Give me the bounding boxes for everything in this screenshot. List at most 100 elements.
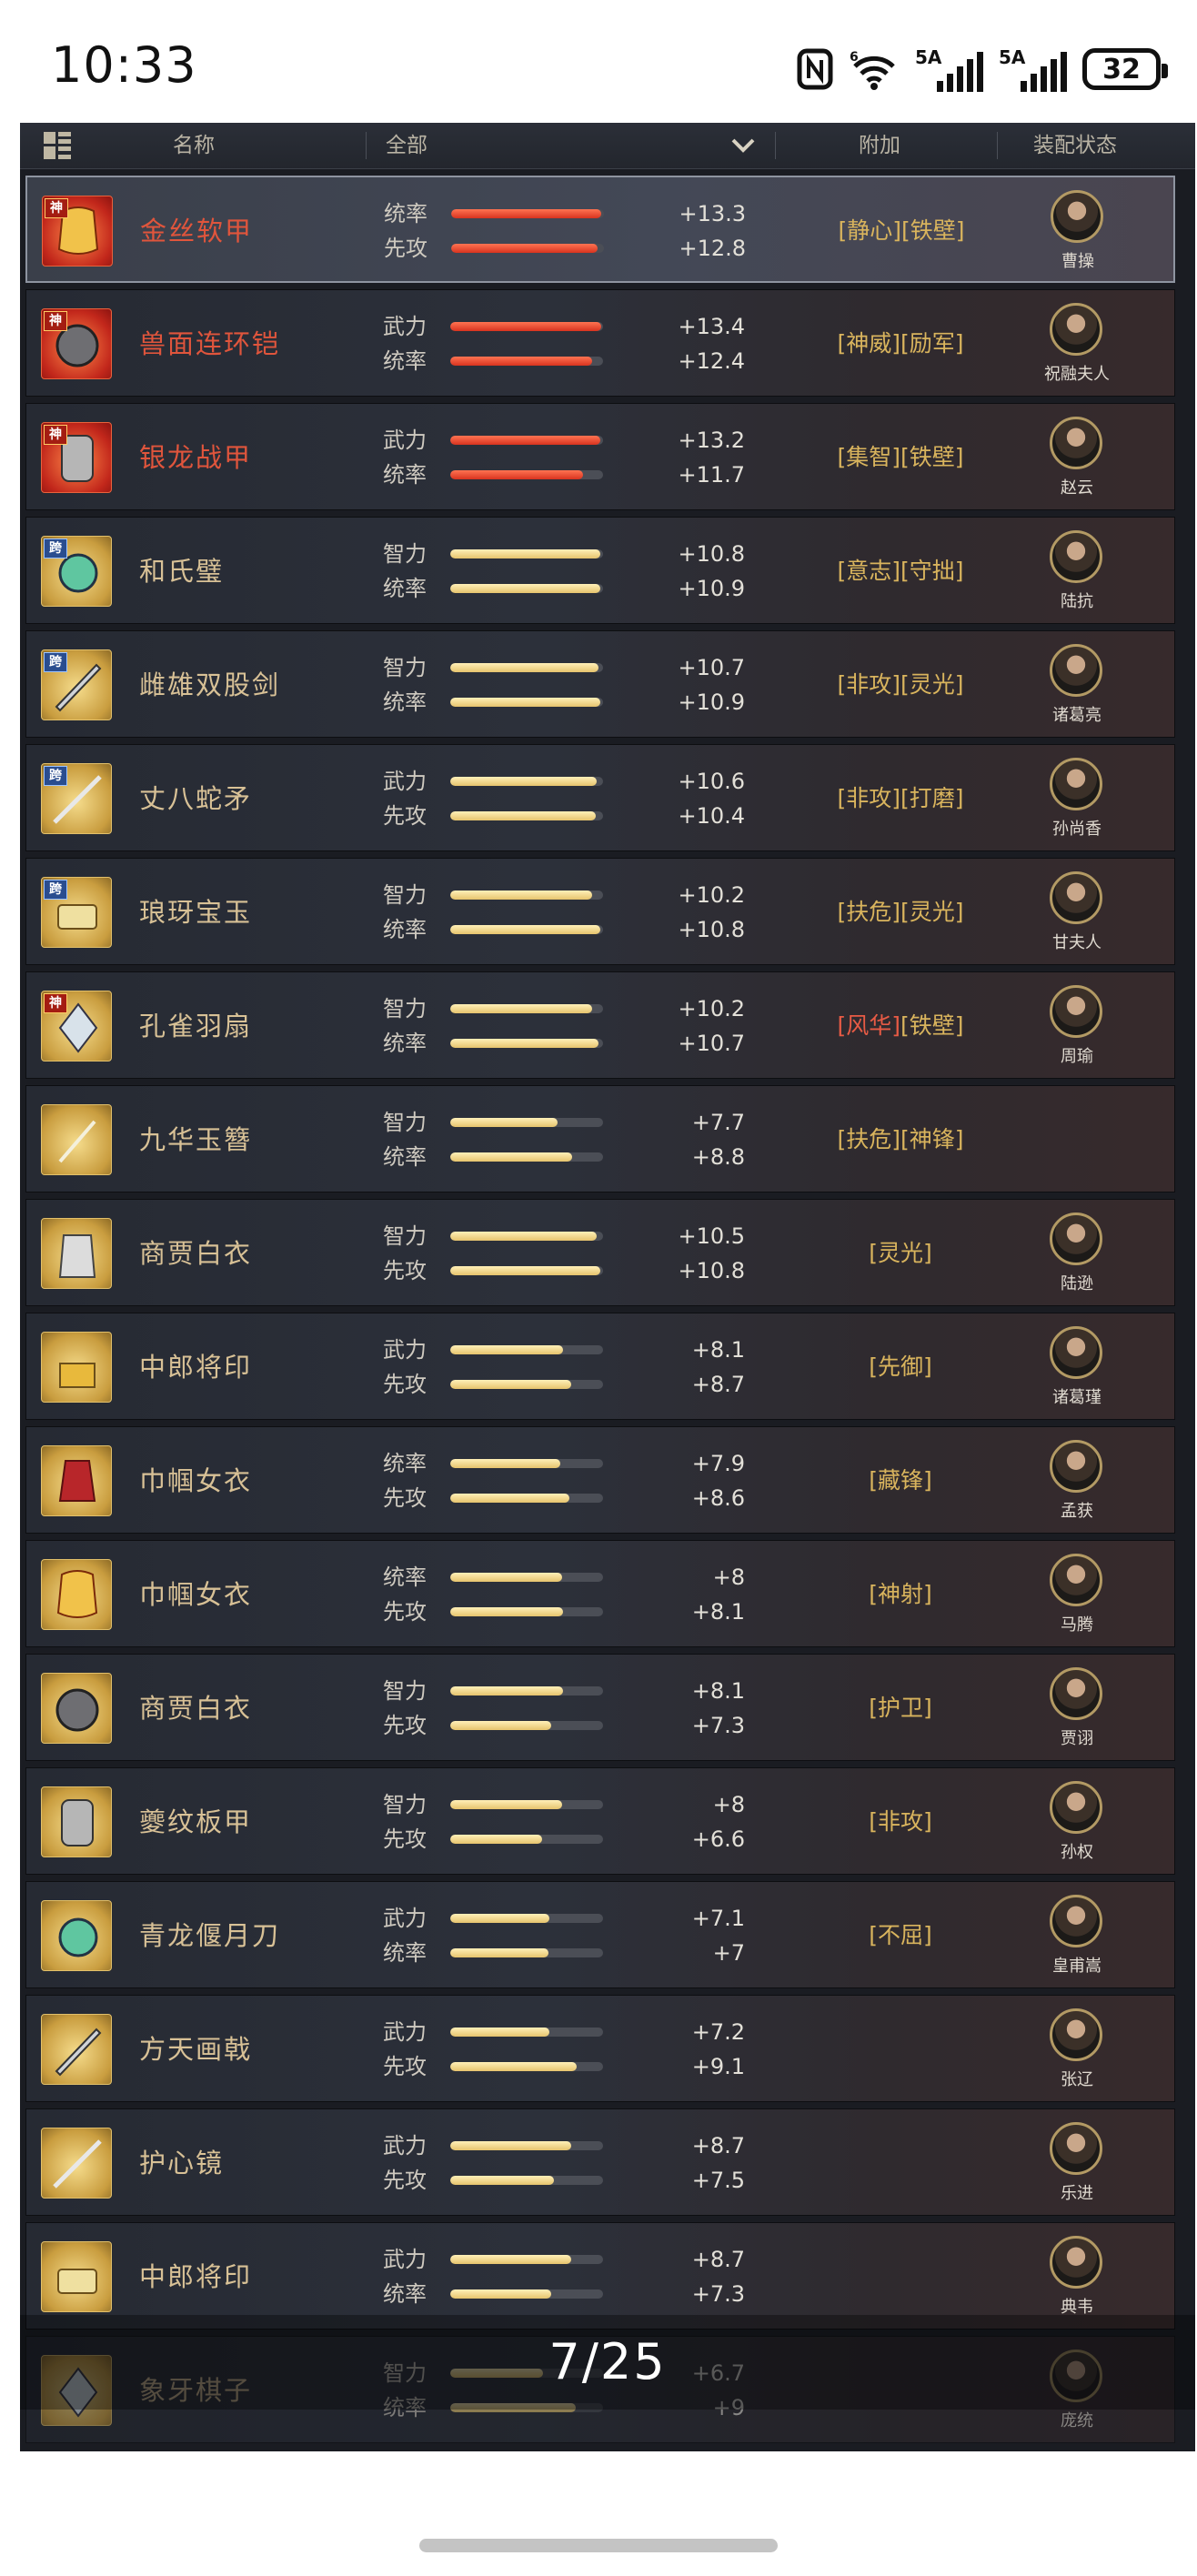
equipment-row[interactable]: 中郎将印 武力 +8.7 统率 +7.3 典韦 <box>25 2222 1175 2329</box>
general-avatar[interactable] <box>1050 1554 1102 1606</box>
stat-bar <box>450 1459 603 1468</box>
stat-value: +10.6 <box>678 769 745 794</box>
extra-attributes: [风华][铁壁] <box>763 972 1038 1080</box>
stat-line: 统率 +13.3 <box>384 197 748 230</box>
equipment-row[interactable]: 跨琅玡宝玉 智力 +10.2 统率 +10.8 [扶危][灵光] 甘夫人 <box>25 858 1175 965</box>
stat-bar <box>450 2062 603 2071</box>
equipment-thumbnail <box>41 1104 112 1175</box>
equipment-name: 金丝软甲 <box>140 216 254 247</box>
general-avatar[interactable] <box>1050 2122 1102 2175</box>
equipment-row[interactable]: 跨和氏璧 智力 +10.8 统率 +10.9 [意志][守拙] 陆抗 <box>25 517 1175 624</box>
general-name: 诸葛瑾 <box>1052 1388 1101 1407</box>
stat-label: 武力 <box>383 2247 427 2272</box>
home-indicator[interactable] <box>419 2539 778 2552</box>
equipment-list-panel: 名称 全部 附加 装配状态 神金丝软甲 统率 +13.3 先攻 +12.8 [静心][铁壁… <box>20 123 1195 2451</box>
column-name[interactable]: 名称 <box>173 123 215 168</box>
stat-value: +11.7 <box>678 462 745 488</box>
stat-bar <box>450 2289 603 2299</box>
stat-value: +7.9 <box>691 1451 745 1476</box>
equipment-thumbnail: 神 <box>41 422 112 493</box>
stat-line: 智力 +10.5 <box>383 1220 747 1253</box>
general-avatar[interactable] <box>1051 190 1103 243</box>
stat-value: +7.3 <box>691 1713 745 1738</box>
stat-label: 智力 <box>383 541 427 567</box>
stat-line: 智力 +10.8 <box>383 538 747 570</box>
equipment-name: 商贾白衣 <box>139 1693 253 1724</box>
general-avatar[interactable] <box>1050 985 1102 1038</box>
extra-attributes: [神威][励军] <box>763 290 1038 397</box>
stat-value: +10.9 <box>678 576 745 601</box>
stat-bar <box>450 2141 603 2150</box>
extra-attributes: [静心][铁壁] <box>764 177 1039 285</box>
chevron-down-icon[interactable] <box>729 134 757 156</box>
general-avatar[interactable] <box>1050 644 1102 697</box>
equipment-row[interactable]: 青龙偃月刀 武力 +7.1 统率 +7 [不屈] 皇甫嵩 <box>25 1881 1175 1988</box>
layout-toggle-icon[interactable] <box>44 132 71 159</box>
general-avatar[interactable] <box>1050 1667 1102 1720</box>
equipment-row[interactable]: 神孔雀羽扇 智力 +10.2 统率 +10.7 [风华][铁壁] 周瑜 <box>25 971 1175 1079</box>
stat-label: 先攻 <box>383 1599 427 1625</box>
rarity-tag: 神 <box>44 425 67 445</box>
equipment-row[interactable]: 巾帼女衣 统率 +8 先攻 +8.1 [神射] 马腾 <box>25 1540 1175 1647</box>
general-avatar[interactable] <box>1050 1213 1102 1265</box>
equipment-row[interactable]: 护心镜 武力 +8.7 先攻 +7.5 乐进 <box>25 2108 1175 2216</box>
general-avatar[interactable] <box>1050 303 1102 356</box>
general-avatar[interactable] <box>1050 1781 1102 1834</box>
stat-bar <box>451 209 604 218</box>
equipment-row[interactable]: 跨丈八蛇矛 武力 +10.6 先攻 +10.4 [非攻][打磨] 孙尚香 <box>25 744 1175 851</box>
stat-line: 先攻 +8.6 <box>383 1482 747 1514</box>
stat-line: 武力 +7.1 <box>383 1902 747 1935</box>
general-avatar[interactable] <box>1050 1326 1102 1379</box>
equipment-row[interactable]: 跨雌雄双股剑 智力 +10.7 统率 +10.9 [非攻][灵光] 诸葛亮 <box>25 630 1175 738</box>
equipment-name: 中郎将印 <box>139 1352 253 1383</box>
stat-label: 先攻 <box>383 2054 427 2079</box>
stat-line: 武力 +8.7 <box>383 2243 747 2276</box>
equipment-row[interactable]: 神银龙战甲 武力 +13.2 统率 +11.7 [集智][铁壁] 赵云 <box>25 403 1175 510</box>
general-avatar[interactable] <box>1050 1895 1102 1947</box>
stat-value: +13.3 <box>679 201 746 226</box>
stat-label: 统率 <box>383 576 427 601</box>
equipment-thumbnail: 跨 <box>41 877 112 948</box>
general-avatar[interactable] <box>1050 871 1102 924</box>
general-avatar[interactable] <box>1050 530 1102 583</box>
general-avatar[interactable] <box>1050 1440 1102 1493</box>
general-avatar[interactable] <box>1050 2236 1102 2289</box>
extra-attribute: [集智] <box>837 444 900 470</box>
equipment-row[interactable]: 九华玉簪 智力 +7.7 统率 +8.8 [扶危][神锋] <box>25 1085 1175 1192</box>
equipment-row[interactable]: 中郎将印 武力 +8.1 先攻 +8.7 [先御] 诸葛瑾 <box>25 1313 1175 1420</box>
general-avatar[interactable] <box>1050 758 1102 810</box>
stat-line: 智力 +10.2 <box>383 879 747 911</box>
stat-value: +10.7 <box>678 1031 745 1056</box>
stat-label: 先攻 <box>383 1826 427 1852</box>
extra-attribute: [先御] <box>869 1353 932 1380</box>
stat-value: +8.7 <box>691 2247 745 2272</box>
general-avatar[interactable] <box>1050 2008 1102 2061</box>
stat-value: +8.8 <box>691 1144 745 1170</box>
equipment-thumbnail: 神 <box>41 308 112 379</box>
filter-dropdown[interactable]: 全部 <box>386 123 428 168</box>
equipment-row[interactable]: 神兽面连环铠 武力 +13.4 统率 +12.4 [神威][励军] 祝融夫人 <box>25 289 1175 397</box>
stat-label: 智力 <box>383 1223 427 1249</box>
stat-bar <box>450 1573 603 1582</box>
equipment-row[interactable]: 夔纹板甲 智力 +8 先攻 +6.6 [非攻] 孙权 <box>25 1767 1175 1875</box>
stat-line: 智力 +8.1 <box>383 1675 747 1707</box>
equipment-row[interactable]: 神金丝软甲 统率 +13.3 先攻 +12.8 [静心][铁壁] 曹操 <box>25 176 1175 283</box>
general-avatar[interactable] <box>1050 417 1102 469</box>
equipment-row[interactable]: 方天画戟 武力 +7.2 先攻 +9.1 张辽 <box>25 1995 1175 2102</box>
equipment-name: 商贾白衣 <box>139 1238 253 1269</box>
stat-line: 智力 +7.7 <box>383 1106 747 1139</box>
stat-label: 武力 <box>383 428 427 453</box>
stat-value: +12.4 <box>678 348 745 374</box>
general-name: 乐进 <box>1061 2184 1093 2203</box>
equipment-row[interactable]: 商贾白衣 智力 +8.1 先攻 +7.3 [护卫] 贾诩 <box>25 1654 1175 1761</box>
stat-line: 先攻 +8.1 <box>383 1595 747 1628</box>
general-name: 张辽 <box>1061 2070 1093 2089</box>
equipment-row[interactable]: 巾帼女衣 统率 +7.9 先攻 +8.6 [藏锋] 孟获 <box>25 1426 1175 1534</box>
stat-value: +8 <box>712 1792 745 1817</box>
equipment-row[interactable]: 商贾白衣 智力 +10.5 先攻 +10.8 [灵光] 陆逊 <box>25 1199 1175 1306</box>
stat-bar <box>450 663 603 672</box>
extra-attribute: [守拙] <box>900 558 964 584</box>
stat-line: 智力 +10.7 <box>383 651 747 684</box>
equipment-name: 兽面连环铠 <box>139 328 281 359</box>
general-name: 孙权 <box>1061 1843 1093 1862</box>
